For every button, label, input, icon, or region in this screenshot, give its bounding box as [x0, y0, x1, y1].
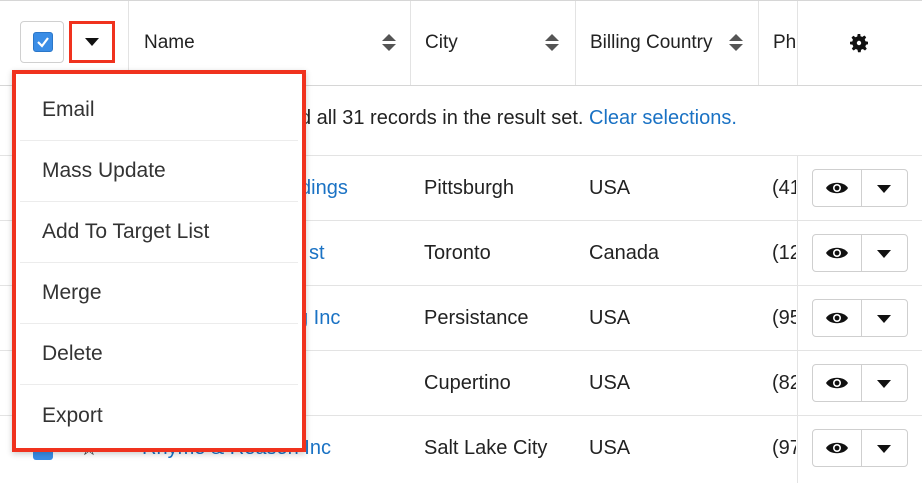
column-header-label: City	[425, 32, 458, 53]
divider	[861, 430, 862, 466]
sort-icon[interactable]	[382, 33, 396, 53]
select-all-checkbox[interactable]	[33, 32, 53, 52]
phone-cell: (95	[772, 307, 796, 329]
country-cell: Canada	[589, 242, 660, 264]
city-cell: Pittsburgh	[424, 177, 515, 199]
row-actions	[812, 169, 908, 207]
column-header-label: Ph	[773, 32, 797, 53]
caret-down-icon	[85, 38, 99, 46]
column-divider	[410, 1, 411, 85]
menu-item-label: Export	[42, 403, 103, 427]
caret-down-icon[interactable]	[877, 445, 891, 453]
city-cell: Cupertino	[424, 372, 511, 394]
divider	[861, 170, 862, 206]
phone-cell: (41	[772, 177, 796, 199]
country-cell: USA	[589, 437, 631, 459]
menu-item-add-to-target-list[interactable]: Add To Target List	[20, 202, 298, 263]
row-actions	[812, 234, 908, 272]
menu-item-delete[interactable]: Delete	[20, 324, 298, 385]
city-cell: Persistance	[424, 307, 529, 329]
row-actions	[812, 299, 908, 337]
divider	[861, 235, 862, 271]
selection-banner-text: d all 31 records in the result set. Clea…	[300, 107, 737, 130]
eye-icon[interactable]	[825, 244, 849, 262]
caret-down-icon[interactable]	[877, 380, 891, 388]
country-cell: USA	[589, 307, 631, 329]
divider	[861, 300, 862, 336]
city-cell: Toronto	[424, 242, 491, 264]
gear-icon[interactable]	[847, 31, 871, 55]
menu-item-label: Mass Update	[42, 159, 166, 182]
divider	[861, 365, 862, 401]
menu-item-mass-update[interactable]: Mass Update	[20, 141, 298, 202]
menu-item-merge[interactable]: Merge	[20, 263, 298, 324]
clear-selections-link[interactable]: Clear selections.	[589, 107, 737, 129]
caret-down-icon[interactable]	[877, 250, 891, 258]
menu-item-export[interactable]: Export	[20, 385, 298, 446]
eye-icon[interactable]	[825, 309, 849, 327]
column-divider	[797, 1, 798, 85]
caret-down-icon[interactable]	[877, 315, 891, 323]
row-actions	[812, 429, 908, 467]
eye-icon[interactable]	[825, 179, 849, 197]
sort-icon[interactable]	[729, 33, 743, 53]
column-header-city[interactable]: City	[425, 1, 458, 85]
menu-item-label: Merge	[42, 281, 102, 304]
phone-cell: (97	[772, 437, 796, 459]
account-name-link[interactable]: dings	[300, 177, 348, 200]
phone-cell: (12	[772, 242, 796, 264]
mass-actions-dropdown-button[interactable]	[69, 21, 115, 63]
sort-icon[interactable]	[545, 33, 559, 53]
column-header-billing-country[interactable]: Billing Country	[590, 1, 713, 85]
phone-cell: (82	[772, 372, 796, 394]
country-cell: USA	[589, 177, 631, 199]
banner-message: d all 31 records in the result set.	[300, 107, 584, 129]
menu-item-label: Add To Target List	[42, 220, 210, 243]
column-divider	[758, 1, 759, 85]
caret-down-icon[interactable]	[877, 185, 891, 193]
row-actions	[812, 364, 908, 402]
eye-icon[interactable]	[825, 374, 849, 392]
column-header-label: Billing Country	[590, 32, 713, 53]
country-cell: USA	[589, 372, 631, 394]
menu-item-label: Delete	[42, 342, 103, 365]
account-name-link[interactable]: st	[309, 242, 325, 265]
city-cell: Salt Lake City	[424, 437, 548, 459]
column-header-phone[interactable]: Ph	[773, 1, 797, 85]
column-header-label: Name	[144, 32, 195, 53]
eye-icon[interactable]	[825, 439, 849, 457]
column-divider	[575, 1, 576, 85]
menu-item-label: Email	[42, 98, 95, 121]
mass-actions-menu: Email Mass Update Add To Target List Mer…	[12, 70, 306, 452]
menu-item-email[interactable]: Email	[20, 80, 298, 141]
